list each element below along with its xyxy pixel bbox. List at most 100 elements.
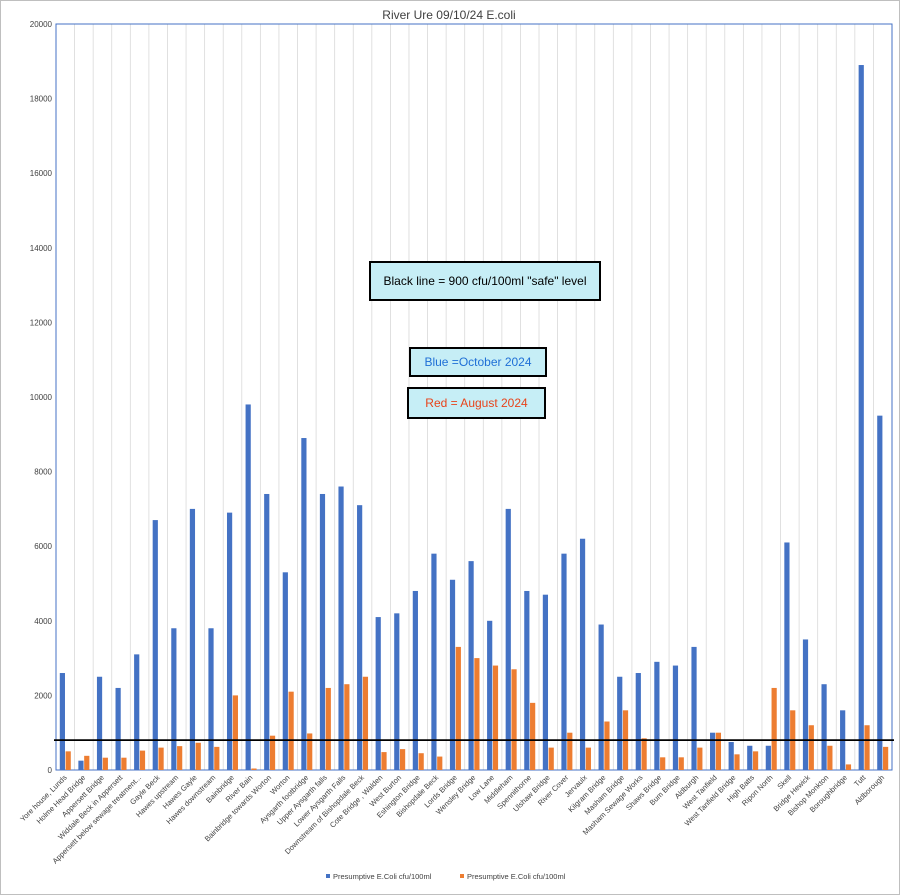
bar-august bbox=[437, 756, 443, 770]
y-tick-label: 20000 bbox=[30, 20, 53, 29]
bar-october bbox=[412, 590, 418, 770]
bar-august bbox=[362, 676, 369, 770]
bar-october bbox=[208, 628, 214, 770]
bar-august bbox=[548, 747, 554, 770]
chart-title: River Ure 09/10/24 E.coli bbox=[382, 8, 515, 22]
bar-october bbox=[858, 65, 864, 770]
y-tick-label: 16000 bbox=[30, 169, 53, 178]
bar-august bbox=[65, 751, 71, 770]
annotation-safe-level-text: Black line = 900 cfu/100ml "safe" level bbox=[384, 274, 587, 288]
y-tick-label: 0 bbox=[48, 766, 53, 775]
bar-october bbox=[561, 553, 567, 770]
bar-october bbox=[579, 538, 586, 770]
bar-october bbox=[747, 745, 753, 770]
bar-august bbox=[251, 768, 257, 770]
bar-october bbox=[542, 594, 549, 770]
bar-august bbox=[883, 746, 889, 770]
annotation-october-text: Blue =October 2024 bbox=[424, 355, 531, 369]
bar-october bbox=[821, 684, 827, 770]
bar-october bbox=[468, 561, 474, 770]
legend-swatch bbox=[326, 874, 330, 878]
bar-october bbox=[189, 508, 196, 770]
bar-october bbox=[431, 553, 437, 770]
legend-label: Presumptive E.Coli cfu/100ml bbox=[333, 872, 432, 881]
bar-august bbox=[344, 684, 350, 770]
legend-swatch bbox=[460, 874, 464, 878]
bar-october bbox=[877, 415, 883, 770]
bar-october bbox=[710, 732, 716, 770]
bar-august bbox=[567, 732, 573, 770]
bar-october bbox=[394, 613, 400, 770]
bar-august bbox=[660, 757, 666, 770]
y-tick-label: 6000 bbox=[34, 542, 52, 551]
bar-august bbox=[84, 755, 90, 770]
bar-august bbox=[455, 646, 461, 770]
bar-october bbox=[728, 742, 734, 770]
bar-august bbox=[530, 702, 536, 770]
bar-october bbox=[152, 520, 158, 770]
y-tick-label: 2000 bbox=[34, 691, 52, 700]
bar-august bbox=[195, 742, 201, 770]
bar-october bbox=[784, 542, 790, 770]
bar-october bbox=[598, 624, 604, 770]
bar-august bbox=[418, 753, 424, 770]
bar-october bbox=[59, 673, 65, 770]
bar-august bbox=[604, 721, 610, 770]
bar-october bbox=[524, 590, 530, 770]
bar-august bbox=[864, 725, 870, 770]
bar-august bbox=[697, 747, 703, 770]
y-tick-label: 10000 bbox=[30, 393, 53, 402]
bar-october bbox=[115, 687, 121, 770]
chart-container: 0 2000 4000 6000 8000 10000 12000 14000 16000 180… bbox=[0, 0, 900, 895]
bar-august bbox=[214, 746, 220, 770]
bar-august bbox=[585, 747, 591, 770]
y-tick-label: 18000 bbox=[30, 95, 53, 104]
bar-august bbox=[102, 757, 108, 770]
bar-august bbox=[139, 750, 146, 770]
bar-august bbox=[492, 665, 499, 770]
bar-october bbox=[319, 493, 326, 770]
bar-october bbox=[691, 646, 697, 770]
bar-october bbox=[357, 505, 363, 770]
y-tick-label: 4000 bbox=[34, 617, 52, 626]
bar-october bbox=[617, 676, 623, 770]
bar-october bbox=[134, 654, 140, 770]
bar-august bbox=[121, 757, 127, 770]
annotation-august-text: Red = August 2024 bbox=[425, 396, 528, 410]
bar-october bbox=[654, 661, 660, 770]
bar-october bbox=[375, 617, 381, 770]
y-tick-label: 12000 bbox=[30, 318, 53, 327]
bar-october bbox=[449, 579, 456, 770]
bar-october bbox=[802, 639, 809, 770]
y-tick-label: 14000 bbox=[30, 244, 53, 253]
bar-august bbox=[232, 695, 238, 770]
bar-august bbox=[734, 754, 740, 770]
bar-august bbox=[678, 757, 684, 770]
bar-august bbox=[845, 764, 852, 770]
bar-october bbox=[245, 404, 251, 770]
bar-august bbox=[641, 738, 647, 770]
bar-october bbox=[505, 508, 511, 770]
bar-august bbox=[177, 746, 183, 770]
y-tick-label: 8000 bbox=[34, 468, 52, 477]
bar-october bbox=[635, 673, 641, 770]
bar-august bbox=[399, 749, 406, 770]
bar-october bbox=[171, 628, 177, 770]
bar-chart: 0 2000 4000 6000 8000 10000 12000 14000 16000 180… bbox=[0, 0, 900, 895]
bar-october bbox=[338, 486, 344, 770]
bar-october bbox=[226, 512, 233, 770]
bar-october bbox=[78, 760, 84, 770]
bar-august bbox=[474, 658, 480, 770]
bar-october bbox=[765, 745, 771, 770]
bar-october bbox=[672, 665, 679, 770]
bar-august bbox=[715, 732, 722, 770]
bar-august bbox=[288, 691, 294, 770]
bar-august bbox=[307, 733, 313, 770]
bar-august bbox=[511, 669, 517, 770]
bar-august bbox=[771, 687, 777, 770]
bar-august bbox=[158, 747, 164, 770]
bar-august bbox=[752, 751, 759, 770]
bar-august bbox=[381, 752, 387, 770]
bar-august bbox=[325, 687, 331, 770]
bar-august bbox=[808, 725, 814, 770]
